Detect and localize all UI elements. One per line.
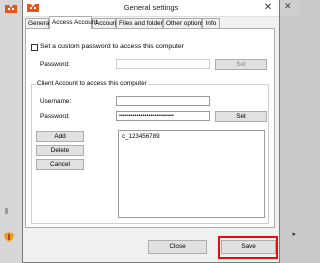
tab-other-options[interactable]: Other options [163, 18, 204, 28]
custom-password-checkbox-label[interactable]: Set a custom password to access this com… [40, 43, 184, 50]
title-bar: General settings ✕ [23, 0, 279, 17]
custom-password-checkbox[interactable] [31, 44, 38, 51]
access-account-panel: Set a custom password to access this com… [25, 28, 275, 228]
background-arrow-icon: ▸ [292, 231, 296, 238]
tab-bar: General Access Account Account Files and… [25, 16, 277, 29]
background-app-icon [5, 5, 17, 13]
custom-password-label: Password: [40, 61, 70, 68]
username-label: Username: [40, 98, 72, 105]
background-scroll-mark [5, 208, 8, 214]
list-item[interactable]: c_123456789 [122, 133, 160, 140]
close-icon[interactable]: ✕ [261, 1, 275, 14]
cancel-account-button[interactable]: Cancel [36, 159, 84, 170]
tab-general[interactable]: General [25, 18, 51, 28]
client-password-label: Password: [40, 113, 70, 120]
add-account-button[interactable]: Add [36, 131, 84, 142]
save-button-highlight [218, 236, 278, 259]
client-password-field[interactable]: •••••••••••••••••••••••••••• [116, 111, 210, 121]
client-password-set-button[interactable]: Set [215, 111, 267, 122]
custom-password-set-button[interactable]: Set [215, 59, 267, 70]
tab-files-and-folders[interactable]: Files and folders [116, 18, 166, 28]
window-title: General settings [123, 3, 179, 12]
close-button[interactable]: Close [148, 240, 207, 254]
tab-info[interactable]: Info [202, 18, 220, 28]
accounts-listbox[interactable]: c_123456789 [118, 130, 265, 218]
background-shield-icon [4, 232, 14, 242]
delete-account-button[interactable]: Delete [36, 145, 84, 156]
username-field[interactable] [116, 96, 210, 106]
custom-password-field[interactable] [116, 59, 210, 69]
general-settings-dialog: General settings ✕ General Access Accoun… [22, 0, 280, 263]
client-account-group-title: Client Account to access this computer [36, 80, 148, 87]
tab-access-account[interactable]: Access Account [49, 16, 97, 29]
background-close-icon: ✕ [284, 2, 292, 12]
